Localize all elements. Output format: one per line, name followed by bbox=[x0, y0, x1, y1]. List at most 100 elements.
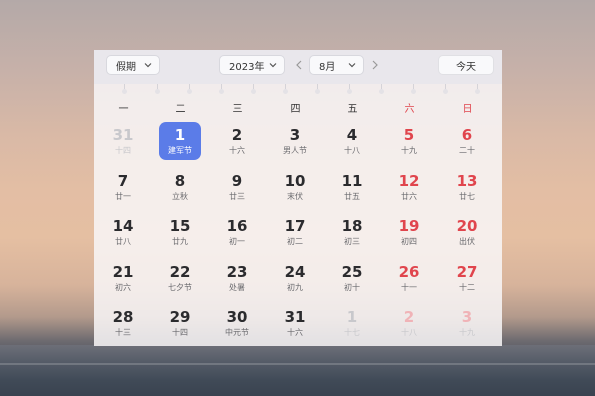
chevron-right-icon[interactable] bbox=[370, 58, 380, 72]
day-number: 6 bbox=[461, 126, 473, 144]
day-cell[interactable]: 19 初四 bbox=[388, 213, 430, 251]
binder-ring bbox=[315, 84, 321, 94]
day-cell[interactable]: 18 初三 bbox=[331, 213, 373, 251]
binder-ring bbox=[475, 84, 481, 94]
day-cell[interactable]: 6 二十 bbox=[446, 122, 488, 160]
day-number: 17 bbox=[284, 217, 306, 235]
lunar-label: 十八 bbox=[344, 146, 360, 155]
binder-ring bbox=[347, 84, 353, 94]
day-cell[interactable]: 31 十四 bbox=[102, 122, 144, 160]
day-cell[interactable]: 29 十四 bbox=[159, 304, 201, 342]
day-number: 12 bbox=[398, 172, 420, 190]
lunar-label: 初三 bbox=[344, 237, 360, 246]
day-number: 1 bbox=[346, 308, 358, 326]
binder-ring bbox=[379, 84, 385, 94]
day-number: 25 bbox=[341, 263, 363, 281]
chevron-down-icon bbox=[269, 63, 277, 68]
day-number: 10 bbox=[284, 172, 306, 190]
chevron-left-icon[interactable] bbox=[294, 58, 304, 72]
day-number: 20 bbox=[456, 217, 478, 235]
day-number: 14 bbox=[112, 217, 134, 235]
day-number: 4 bbox=[346, 126, 358, 144]
binder-ring bbox=[283, 84, 289, 94]
holiday-select[interactable]: 假期 bbox=[106, 55, 160, 75]
binder-ring bbox=[411, 84, 417, 94]
year-select[interactable]: 2023年 bbox=[219, 55, 285, 75]
binder-rings bbox=[94, 84, 502, 94]
weekday-label: 五 bbox=[347, 104, 358, 115]
day-number: 11 bbox=[341, 172, 363, 190]
day-cell[interactable]: 14 廿八 bbox=[102, 213, 144, 251]
day-cell[interactable]: 21 初六 bbox=[102, 259, 144, 297]
day-cell[interactable]: 13 廿七 bbox=[446, 168, 488, 206]
day-number: 27 bbox=[456, 263, 478, 281]
day-cell[interactable]: 26 十一 bbox=[388, 259, 430, 297]
weekday-label: 三 bbox=[232, 104, 243, 115]
lunar-label: 廿三 bbox=[229, 192, 245, 201]
day-number: 19 bbox=[398, 217, 420, 235]
lunar-label: 中元节 bbox=[225, 328, 249, 337]
lunar-label: 初六 bbox=[115, 283, 131, 292]
binder-ring bbox=[219, 84, 225, 94]
day-cell[interactable]: 12 廿六 bbox=[388, 168, 430, 206]
day-cell[interactable]: 22 七夕节 bbox=[159, 259, 201, 297]
day-number: 31 bbox=[284, 308, 306, 326]
day-cell[interactable]: 27 十二 bbox=[446, 259, 488, 297]
day-cell[interactable]: 20 出伏 bbox=[446, 213, 488, 251]
day-cell[interactable]: 2 十八 bbox=[388, 304, 430, 342]
lunar-label: 廿八 bbox=[115, 237, 131, 246]
day-cell[interactable]: 7 廿一 bbox=[102, 168, 144, 206]
lunar-label: 十四 bbox=[115, 146, 131, 155]
day-number: 2 bbox=[231, 126, 243, 144]
lunar-label: 男人节 bbox=[283, 146, 307, 155]
binder-ring bbox=[122, 84, 128, 94]
day-cell[interactable]: 2 十六 bbox=[216, 122, 258, 160]
lunar-label: 廿六 bbox=[401, 192, 417, 201]
lunar-label: 初二 bbox=[287, 237, 303, 246]
day-cell[interactable]: 3 十九 bbox=[446, 304, 488, 342]
day-number: 31 bbox=[112, 126, 134, 144]
day-cell[interactable]: 9 廿三 bbox=[216, 168, 258, 206]
day-cell[interactable]: 4 十八 bbox=[331, 122, 373, 160]
day-cell[interactable]: 15 廿九 bbox=[159, 213, 201, 251]
day-number: 30 bbox=[226, 308, 248, 326]
lunar-label: 十二 bbox=[459, 283, 475, 292]
lunar-label: 十六 bbox=[229, 146, 245, 155]
day-cell[interactable]: 11 廿五 bbox=[331, 168, 373, 206]
day-cell[interactable]: 24 初九 bbox=[274, 259, 316, 297]
day-number: 24 bbox=[284, 263, 306, 281]
day-cell[interactable]: 17 初二 bbox=[274, 213, 316, 251]
lunar-label: 十九 bbox=[401, 146, 417, 155]
day-number: 13 bbox=[456, 172, 478, 190]
day-cell[interactable]: 1 十七 bbox=[331, 304, 373, 342]
month-select[interactable]: 8月 bbox=[309, 55, 364, 75]
day-cell[interactable]: 5 十九 bbox=[388, 122, 430, 160]
day-number: 3 bbox=[461, 308, 473, 326]
day-number: 5 bbox=[403, 126, 415, 144]
day-number: 29 bbox=[169, 308, 191, 326]
day-number: 18 bbox=[341, 217, 363, 235]
day-cell[interactable]: 25 初十 bbox=[331, 259, 373, 297]
today-button[interactable]: 今天 bbox=[438, 55, 494, 75]
lunar-label: 十三 bbox=[115, 328, 131, 337]
day-cell[interactable]: 30 中元节 bbox=[216, 304, 258, 342]
lunar-label: 十七 bbox=[344, 328, 360, 337]
day-cell[interactable]: 8 立秋 bbox=[159, 168, 201, 206]
day-cell[interactable]: 3 男人节 bbox=[274, 122, 316, 160]
lunar-label: 二十 bbox=[459, 146, 475, 155]
day-cell-selected[interactable]: 1 建军节 bbox=[159, 122, 201, 160]
weekday-label: 日 bbox=[462, 104, 473, 115]
day-number: 7 bbox=[117, 172, 129, 190]
day-number: 26 bbox=[398, 263, 420, 281]
month-select-label: 8月 bbox=[319, 61, 336, 73]
day-cell[interactable]: 10 末伏 bbox=[274, 168, 316, 206]
day-cell[interactable]: 23 处暑 bbox=[216, 259, 258, 297]
day-cell[interactable]: 28 十三 bbox=[102, 304, 144, 342]
lunar-label: 七夕节 bbox=[168, 283, 192, 292]
lunar-label: 立秋 bbox=[172, 192, 188, 201]
day-number: 8 bbox=[174, 172, 186, 190]
day-cell[interactable]: 16 初一 bbox=[216, 213, 258, 251]
day-cell[interactable]: 31 十六 bbox=[274, 304, 316, 342]
calendar-toolbar: 假期 2023年 8月 今天 bbox=[94, 50, 502, 84]
day-number: 21 bbox=[112, 263, 134, 281]
